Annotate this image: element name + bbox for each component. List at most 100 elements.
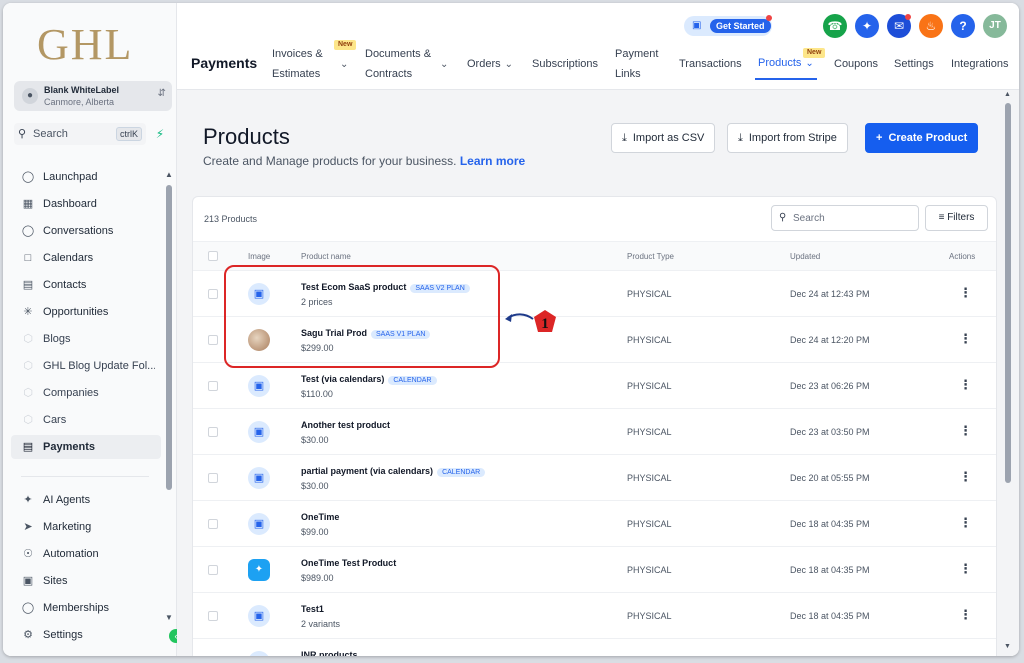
sidebar-item-blogs[interactable]: ⬡ Blogs [11,327,161,351]
sidebar-item-dashboard[interactable]: ▦ Dashboard [11,192,161,216]
tab-coupons[interactable]: Coupons [834,54,878,74]
image-placeholder-icon: ▣ [248,467,270,489]
row-actions-menu-icon[interactable]: ⋮ [959,377,972,393]
sidebar-item-ghl-blog-update[interactable]: ⬡ GHL Blog Update Fol... [11,354,161,378]
product-name-cell[interactable]: OneTime [301,512,339,522]
row-checkbox[interactable] [208,611,218,621]
megaphone-icon[interactable]: ✉ [887,14,911,38]
brand-logo[interactable]: GHL [37,19,133,70]
product-name[interactable]: OneTime [301,512,339,522]
table-row[interactable]: ▣ INR products [193,639,996,656]
sidebar-item-companies[interactable]: ⬡ Companies [11,381,161,405]
sidebar-item-memberships[interactable]: ◯ Memberships [11,596,161,620]
row-actions-menu-icon[interactable]: ⋮ [959,515,972,531]
table-row[interactable]: ▣ Another test product $30.00 PHYSICAL Dec 2… [193,409,996,455]
select-all-checkbox[interactable] [208,251,218,261]
sidebar-item-ai-agents[interactable]: ✦ AI Agents [11,488,161,512]
product-name-cell[interactable]: Test1 [301,604,324,614]
table-search-input[interactable]: ⚲ Search [771,205,919,231]
scroll-up-icon[interactable]: ▲ [1004,91,1011,98]
tab-invoices-estimates[interactable]: Invoices & [272,44,323,64]
scroll-up-icon[interactable]: ▲ [165,170,173,179]
main-scroll-thumb[interactable] [1005,103,1011,483]
row-checkbox[interactable] [208,335,218,345]
tab-payment-links-line2[interactable]: Links [615,64,641,84]
table-row[interactable]: ✦ OneTime Test Product $989.00 PHYSICAL Dec … [193,547,996,593]
row-actions-menu-icon[interactable]: ⋮ [959,561,972,577]
bell-icon[interactable]: ♨ [919,14,943,38]
filters-button[interactable]: ≡ Filters [925,205,988,231]
column-header-updated[interactable]: Updated [790,252,820,261]
tab-settings[interactable]: Settings [894,54,934,74]
product-name[interactable]: INR products [301,650,358,656]
product-name[interactable]: Another test product [301,420,390,430]
table-row[interactable]: ▣ Test (via calendars) CALENDAR $110.00 PHYS… [193,363,996,409]
row-checkbox[interactable] [208,565,218,575]
phone-icon[interactable]: ☎ [823,14,847,38]
product-name-cell[interactable]: INR products [301,650,358,656]
learn-more-link[interactable]: Learn more [460,154,525,168]
create-product-button[interactable]: + Create Product [865,123,979,153]
row-checkbox[interactable] [208,519,218,529]
tab-products[interactable]: Products ⌄ [758,53,814,74]
chevron-down-icon[interactable]: ⌄ [436,54,448,75]
get-started-button[interactable]: ▣ Get Started [684,15,772,36]
tab-documents-contracts[interactable]: Documents & [365,44,431,64]
sidebar-item-marketing[interactable]: ➤ Marketing [11,515,161,539]
tab-integrations[interactable]: Integrations [951,54,1008,74]
sidebar-item-launchpad[interactable]: ◯ Launchpad [11,165,161,189]
sidebar-item-opportunities[interactable]: ✳ Opportunities [11,300,161,324]
import-csv-button[interactable]: ⤓ Import as CSV [611,123,716,153]
sidebar-item-payments[interactable]: ▤ Payments [11,435,161,459]
chevron-down-icon[interactable]: ⌄ [336,54,348,75]
tab-orders[interactable]: Orders ⌄ [467,54,513,75]
avatar[interactable]: JT [983,14,1007,38]
product-name-cell[interactable]: Test (via calendars) CALENDAR [301,374,437,385]
main-scrollbar[interactable]: ▲ ▼ [1003,91,1013,653]
sidebar-item-automation[interactable]: ☉ Automation [11,542,161,566]
row-checkbox[interactable] [208,381,218,391]
row-checkbox[interactable] [208,473,218,483]
product-name[interactable]: OneTime Test Product [301,558,396,568]
magic-wand-icon[interactable]: ✦ [855,14,879,38]
row-checkbox[interactable] [208,427,218,437]
scroll-down-icon[interactable]: ▼ [1004,643,1011,650]
tab-payment-links[interactable]: Payment [615,44,658,64]
sidebar-item-cars[interactable]: ⬡ Cars [11,408,161,432]
tab-transactions[interactable]: Transactions [679,54,742,74]
import-stripe-button[interactable]: ⤓ Import from Stripe [727,123,848,153]
product-name[interactable]: Test (via calendars) [301,374,384,384]
table-row[interactable]: ▣ OneTime $99.00 PHYSICAL Dec 18 at 04:35 PM… [193,501,996,547]
tab-documents-contracts-line2[interactable]: Contracts [365,64,412,84]
sidebar-item-calendars[interactable]: □ Calendars [11,246,161,270]
column-header-name[interactable]: Product name [301,252,351,261]
row-actions-menu-icon[interactable]: ⋮ [959,469,972,485]
table-search-placeholder: Search [793,213,825,224]
sidebar-item-sites[interactable]: ▣ Sites [11,569,161,593]
product-name-cell[interactable]: Another test product [301,420,390,430]
row-actions-menu-icon[interactable]: ⋮ [959,285,972,301]
quick-action-bolt-icon[interactable]: ⚡ [152,126,168,142]
sidebar-search[interactable]: ⚲ Search ctrlK [14,123,146,145]
help-icon[interactable]: ? [951,14,975,38]
product-name[interactable]: partial payment (via calendars) [301,466,433,476]
row-checkbox[interactable] [208,289,218,299]
product-name[interactable]: Test1 [301,604,324,614]
sidebar-item-conversations[interactable]: ◯ Conversations [11,219,161,243]
sidebar-item-settings[interactable]: ⚙ Settings [11,623,161,647]
tab-subscriptions[interactable]: Subscriptions [532,54,598,74]
scroll-down-icon[interactable]: ▼ [165,613,173,622]
row-actions-menu-icon[interactable]: ⋮ [959,423,972,439]
row-actions-menu-icon[interactable]: ⋮ [959,331,972,347]
table-row[interactable]: ▣ partial payment (via calendars) CALENDAR… [193,455,996,501]
product-name-cell[interactable]: partial payment (via calendars) CALENDAR [301,466,486,477]
column-header-type[interactable]: Product Type [627,252,674,261]
product-name-cell[interactable]: OneTime Test Product [301,558,396,568]
tab-invoices-estimates-line2[interactable]: Estimates [272,64,320,84]
location-switcher[interactable]: ● Blank WhiteLabel Canmore, Alberta ⇵ [14,81,172,111]
row-actions-menu-icon[interactable]: ⋮ [959,607,972,623]
sidebar-scroll-thumb[interactable] [166,185,172,490]
sidebar-scrollbar[interactable]: ▲ ▼ [165,170,173,623]
sidebar-item-contacts[interactable]: ▤ Contacts [11,273,161,297]
table-row[interactable]: ▣ Test1 2 variants PHYSICAL Dec 18 at 04:35 … [193,593,996,639]
